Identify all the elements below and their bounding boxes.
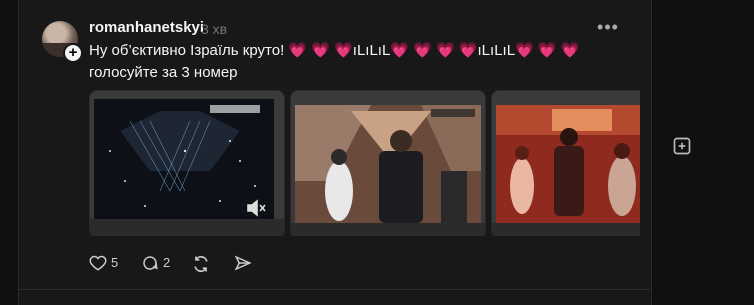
- media-thumbnail-1[interactable]: [89, 90, 285, 236]
- share-icon: [234, 255, 252, 271]
- like-count: 5: [111, 255, 119, 270]
- media-thumbnail-2[interactable]: [290, 90, 486, 236]
- repost-button[interactable]: [191, 254, 211, 274]
- media-thumbnail-3[interactable]: [491, 90, 640, 236]
- post-text: Ну об’єктивно Ізраїль круто! 💗 💗 💗ıLıLıL…: [89, 42, 580, 81]
- more-options-button[interactable]: •••: [594, 18, 622, 38]
- heart-icon: [89, 255, 107, 271]
- media-carousel[interactable]: [89, 90, 640, 236]
- compose-icon[interactable]: [672, 136, 694, 158]
- muted-speaker-icon[interactable]: [245, 197, 267, 219]
- post-timestamp[interactable]: 3 хв: [201, 21, 227, 37]
- post-username[interactable]: romanhanetskyi: [89, 19, 204, 36]
- comment-count: 2: [163, 255, 171, 270]
- comment-icon: [143, 256, 158, 270]
- repost-icon: [194, 256, 208, 272]
- share-button[interactable]: [234, 254, 254, 274]
- follow-plus-icon[interactable]: +: [63, 43, 83, 63]
- divider: [18, 289, 650, 290]
